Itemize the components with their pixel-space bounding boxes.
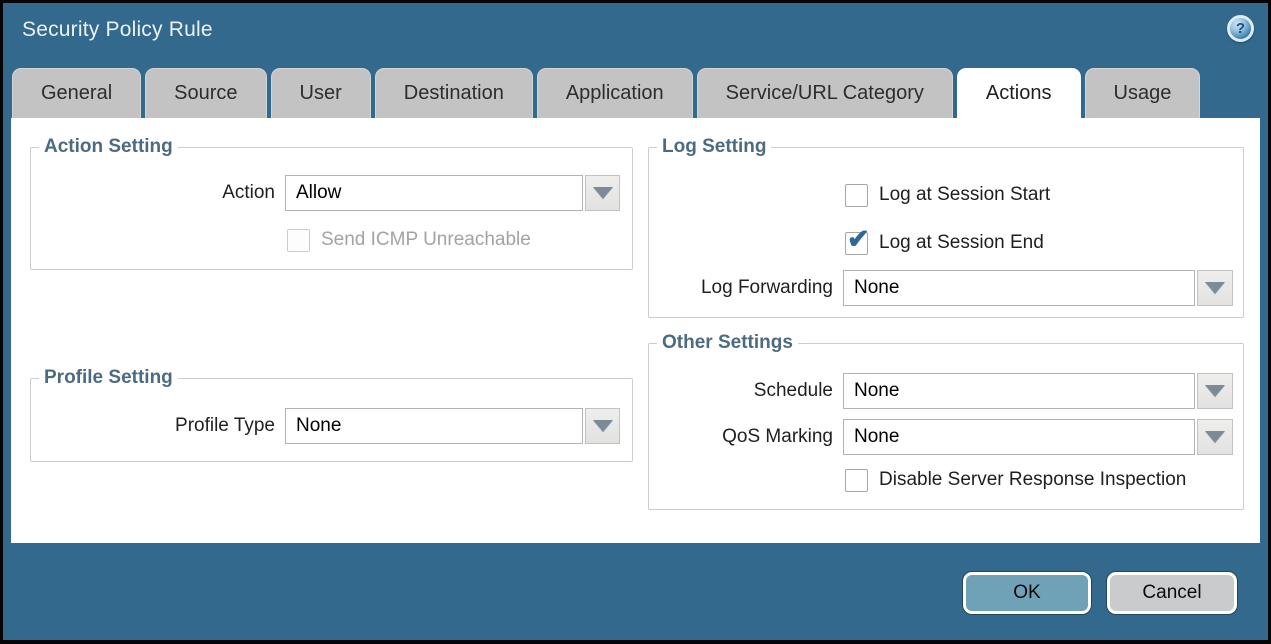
action-setting-legend: Action Setting bbox=[39, 136, 178, 158]
dsri-checkbox[interactable] bbox=[845, 469, 868, 492]
schedule-dropdown[interactable]: None bbox=[843, 373, 1195, 409]
log-session-start-label: Log at Session Start bbox=[879, 184, 1050, 206]
icmp-unreachable-row: Send ICMP Unreachable bbox=[287, 228, 531, 252]
log-session-end-label: Log at Session End bbox=[879, 232, 1044, 254]
action-label: Action bbox=[71, 182, 275, 204]
security-policy-rule-dialog: Security Policy Rule ? GeneralSourceUser… bbox=[0, 0, 1271, 644]
cancel-button[interactable]: Cancel bbox=[1107, 572, 1237, 614]
other-settings-legend: Other Settings bbox=[657, 332, 798, 354]
tab-destination[interactable]: Destination bbox=[375, 68, 533, 118]
log-session-end-checkbox[interactable] bbox=[845, 232, 868, 255]
tab-service-url-category[interactable]: Service/URL Category bbox=[697, 68, 953, 118]
tab-source[interactable]: Source bbox=[145, 68, 266, 118]
dsri-label: Disable Server Response Inspection bbox=[879, 469, 1186, 491]
log-session-start-row: Log at Session Start bbox=[845, 183, 1050, 207]
icmp-unreachable-checkbox bbox=[287, 229, 310, 252]
tab-usage[interactable]: Usage bbox=[1085, 68, 1201, 118]
log-forwarding-dropdown[interactable]: None bbox=[843, 270, 1195, 306]
chevron-down-icon bbox=[1205, 282, 1225, 294]
chevron-down-icon bbox=[1205, 431, 1225, 443]
chevron-down-icon bbox=[593, 420, 613, 432]
schedule-dropdown-button[interactable] bbox=[1197, 373, 1233, 409]
schedule-row: Schedule None bbox=[631, 373, 1233, 409]
tab-general[interactable]: General bbox=[12, 68, 141, 118]
qos-marking-dropdown-button[interactable] bbox=[1197, 419, 1233, 455]
icmp-unreachable-label: Send ICMP Unreachable bbox=[321, 229, 531, 251]
qos-marking-label: QoS Marking bbox=[631, 426, 833, 448]
log-forwarding-row: Log Forwarding None bbox=[631, 270, 1233, 306]
tab-application[interactable]: Application bbox=[537, 68, 693, 118]
chevron-down-icon bbox=[1205, 385, 1225, 397]
log-forwarding-label: Log Forwarding bbox=[631, 277, 833, 299]
profile-setting-legend: Profile Setting bbox=[39, 367, 178, 389]
chevron-down-icon bbox=[593, 187, 613, 199]
ok-button[interactable]: OK bbox=[963, 572, 1091, 614]
tab-user[interactable]: User bbox=[271, 68, 371, 118]
qos-marking-row: QoS Marking None bbox=[631, 419, 1233, 455]
content-panel: Action Setting Action Allow Send ICMP Un… bbox=[11, 118, 1260, 543]
qos-marking-dropdown[interactable]: None bbox=[843, 419, 1195, 455]
action-dropdown[interactable]: Allow bbox=[285, 175, 583, 211]
dialog-title: Security Policy Rule bbox=[22, 18, 213, 42]
tab-bar: GeneralSourceUserDestinationApplicationS… bbox=[12, 68, 1200, 118]
action-dropdown-button[interactable] bbox=[585, 175, 620, 211]
action-row: Action Allow bbox=[71, 175, 620, 211]
log-session-end-row: Log at Session End bbox=[845, 231, 1044, 255]
log-forwarding-dropdown-button[interactable] bbox=[1197, 270, 1233, 306]
log-setting-legend: Log Setting bbox=[657, 136, 771, 158]
help-icon[interactable]: ? bbox=[1227, 15, 1254, 42]
profile-type-row: Profile Type None bbox=[71, 408, 620, 444]
profile-type-dropdown-button[interactable] bbox=[585, 408, 620, 444]
log-session-start-checkbox[interactable] bbox=[845, 184, 868, 207]
profile-type-label: Profile Type bbox=[71, 415, 275, 437]
schedule-label: Schedule bbox=[631, 380, 833, 402]
dsri-row: Disable Server Response Inspection bbox=[845, 468, 1186, 492]
profile-type-dropdown[interactable]: None bbox=[285, 408, 583, 444]
tab-actions[interactable]: Actions bbox=[957, 68, 1081, 118]
